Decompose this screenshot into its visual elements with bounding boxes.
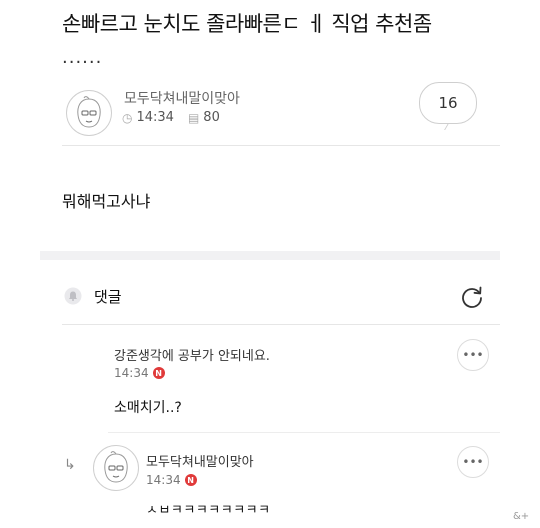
refresh-icon[interactable] bbox=[459, 284, 485, 310]
more-dots-icon: ••• bbox=[462, 348, 484, 362]
clock-icon: ◷ bbox=[122, 110, 133, 125]
post-author[interactable]: 모두닥쳐내말이맞아 bbox=[124, 88, 240, 108]
reply-author-avatar[interactable] bbox=[93, 445, 139, 491]
comment-author[interactable]: 강준생각에 공부가 안되네요. bbox=[114, 345, 270, 364]
divider bbox=[62, 145, 500, 146]
post-meta: ◷ 14:34 ▤ 80 bbox=[122, 110, 220, 125]
bell-icon bbox=[64, 287, 82, 305]
comment-count-button[interactable]: 16 bbox=[419, 82, 477, 124]
comment-more-button[interactable]: ••• bbox=[457, 339, 489, 371]
divider bbox=[62, 324, 500, 325]
divider bbox=[108, 432, 500, 433]
document-icon: ▤ bbox=[187, 110, 200, 125]
comment-count: 16 bbox=[438, 94, 458, 112]
reply-arrow-icon: ↳ bbox=[64, 457, 76, 473]
new-badge: N bbox=[184, 474, 197, 486]
post-time: 14:34 bbox=[136, 110, 174, 125]
comment-time: 14:34 bbox=[146, 473, 181, 487]
comment-text: ㅅㅂㅋㅋㅋㅋㅋㅋㅋㅋ bbox=[146, 503, 271, 518]
post-title: 손빠르고 눈치도 졸라빠른ㄷ ㅔ 직업 추천좀 bbox=[62, 12, 432, 36]
comment-more-button[interactable]: ••• bbox=[457, 446, 489, 478]
watermark: &+ bbox=[513, 511, 530, 522]
more-dots-icon: ••• bbox=[462, 455, 484, 469]
post-body: 뭐해먹고사냐 bbox=[62, 192, 151, 211]
comment-time-row: 14:34 N bbox=[146, 473, 197, 487]
comment-author[interactable]: 모두닥쳐내말이맞아 bbox=[146, 451, 254, 470]
comment-text: 소매치기..? bbox=[114, 400, 182, 416]
post-views: 80 bbox=[203, 110, 220, 125]
author-avatar[interactable] bbox=[66, 90, 112, 136]
comment-time: 14:34 bbox=[114, 366, 149, 380]
comments-heading: 댓글 bbox=[94, 288, 122, 306]
comment-time-row: 14:34 N bbox=[114, 366, 165, 380]
new-badge: N bbox=[152, 367, 165, 379]
post-title-ellipsis: ...... bbox=[62, 47, 103, 68]
section-divider bbox=[40, 251, 500, 260]
